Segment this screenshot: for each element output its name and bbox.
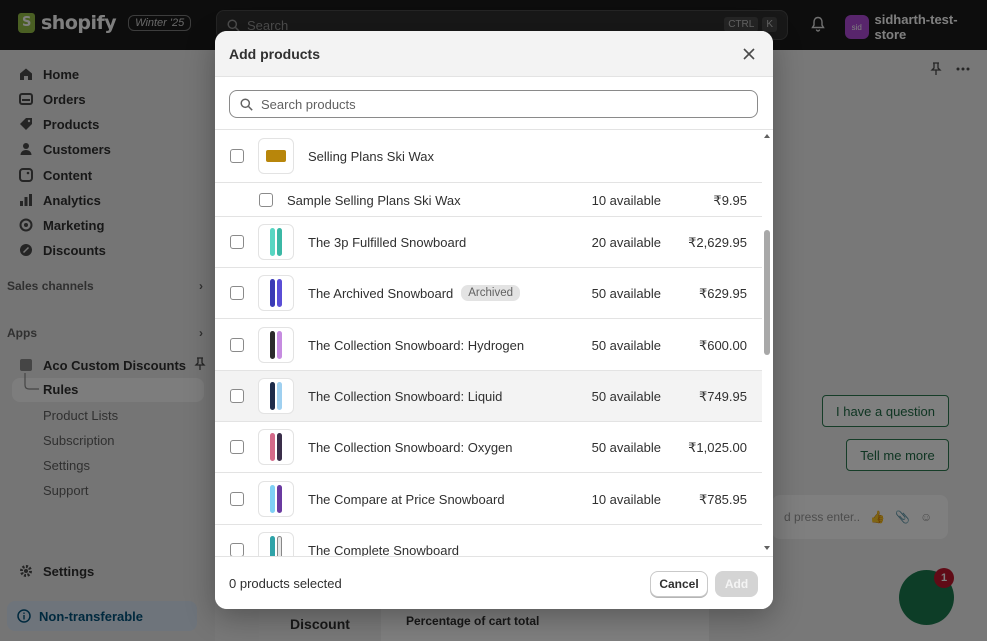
- product-checkbox[interactable]: [230, 235, 244, 249]
- add-button[interactable]: Add: [715, 571, 758, 597]
- scroll-up-icon[interactable]: [764, 134, 770, 138]
- variant-row[interactable]: Sample Selling Plans Ski Wax 10 availabl…: [215, 183, 762, 217]
- product-checkbox[interactable]: [230, 286, 244, 300]
- product-price: ₹629.95: [698, 286, 747, 301]
- product-row[interactable]: The 3p Fulfilled Snowboard 20 available …: [215, 217, 762, 268]
- product-checkbox[interactable]: [230, 543, 244, 556]
- product-checkbox[interactable]: [230, 440, 244, 454]
- product-price: ₹600.00: [698, 338, 747, 353]
- product-thumbnail: [258, 275, 294, 311]
- product-name: Selling Plans Ski Wax: [308, 149, 434, 164]
- product-price: ₹749.95: [698, 389, 747, 404]
- scroll-thumb[interactable]: [764, 230, 770, 355]
- product-checkbox[interactable]: [230, 338, 244, 352]
- variant-availability: 10 available: [591, 193, 661, 208]
- scroll-down-icon[interactable]: [764, 546, 770, 550]
- modal-search-section: [215, 78, 773, 130]
- product-name: The Compare at Price Snowboard: [308, 492, 505, 507]
- product-availability: 10 available: [591, 492, 661, 507]
- product-availability: 50 available: [591, 286, 661, 301]
- product-availability: 20 available: [591, 235, 661, 250]
- add-products-modal: Add products Selling Plans Ski Wax Sampl…: [215, 31, 773, 609]
- product-list: Selling Plans Ski Wax Sample Selling Pla…: [215, 130, 763, 556]
- product-availability: 50 available: [591, 440, 661, 455]
- product-checkbox[interactable]: [230, 389, 244, 403]
- product-thumbnail: [258, 327, 294, 363]
- product-row-hovered[interactable]: The Collection Snowboard: Liquid 50 avai…: [215, 371, 762, 422]
- modal-title: Add products: [229, 45, 320, 62]
- variant-checkbox[interactable]: [259, 193, 273, 207]
- product-row[interactable]: The Complete Snowboard: [215, 525, 762, 556]
- product-search-box[interactable]: [229, 90, 758, 118]
- modal-footer: 0 products selected Cancel Add: [215, 556, 773, 609]
- product-thumbnail: [258, 378, 294, 414]
- product-price: ₹785.95: [698, 492, 747, 507]
- product-name: The Collection Snowboard: Liquid: [308, 389, 503, 404]
- list-scrollbar[interactable]: [763, 130, 773, 556]
- selection-status: 0 products selected: [229, 576, 342, 591]
- product-name-text: The Archived Snowboard: [308, 285, 454, 301]
- product-row[interactable]: The Collection Snowboard: Hydrogen 50 av…: [215, 319, 762, 371]
- search-icon: [240, 97, 253, 111]
- product-row[interactable]: The Archived Snowboard Archived 50 avail…: [215, 268, 762, 319]
- product-price: ₹2,629.95: [688, 235, 747, 250]
- product-checkbox[interactable]: [230, 149, 244, 163]
- variant-name: Sample Selling Plans Ski Wax: [287, 193, 461, 208]
- product-name: The 3p Fulfilled Snowboard: [308, 235, 467, 250]
- product-thumbnail: [258, 532, 294, 556]
- product-thumbnail: [258, 429, 294, 465]
- product-search-input[interactable]: [261, 96, 741, 112]
- product-row[interactable]: The Compare at Price Snowboard 10 availa…: [215, 473, 762, 525]
- product-checkbox[interactable]: [230, 492, 244, 506]
- variant-price: ₹9.95: [713, 193, 747, 208]
- product-name: The Complete Snowboard: [308, 543, 460, 556]
- close-icon[interactable]: [741, 46, 757, 62]
- product-thumbnail: [258, 138, 294, 174]
- product-name: The Archived Snowboard Archived: [308, 285, 521, 301]
- product-row-parent[interactable]: Selling Plans Ski Wax: [215, 130, 762, 183]
- product-name: The Collection Snowboard: Hydrogen: [308, 338, 525, 353]
- product-availability: 50 available: [591, 389, 661, 404]
- product-availability: 50 available: [591, 338, 661, 353]
- product-thumbnail: [258, 481, 294, 517]
- archived-badge: Archived: [461, 285, 521, 301]
- product-row[interactable]: The Collection Snowboard: Oxygen 50 avai…: [215, 422, 762, 473]
- modal-header: Add products: [215, 31, 773, 77]
- cancel-button[interactable]: Cancel: [650, 571, 708, 597]
- ski-wax-image: [266, 150, 286, 162]
- product-thumbnail: [258, 224, 294, 260]
- product-name: The Collection Snowboard: Oxygen: [308, 440, 513, 455]
- product-price: ₹1,025.00: [688, 440, 747, 455]
